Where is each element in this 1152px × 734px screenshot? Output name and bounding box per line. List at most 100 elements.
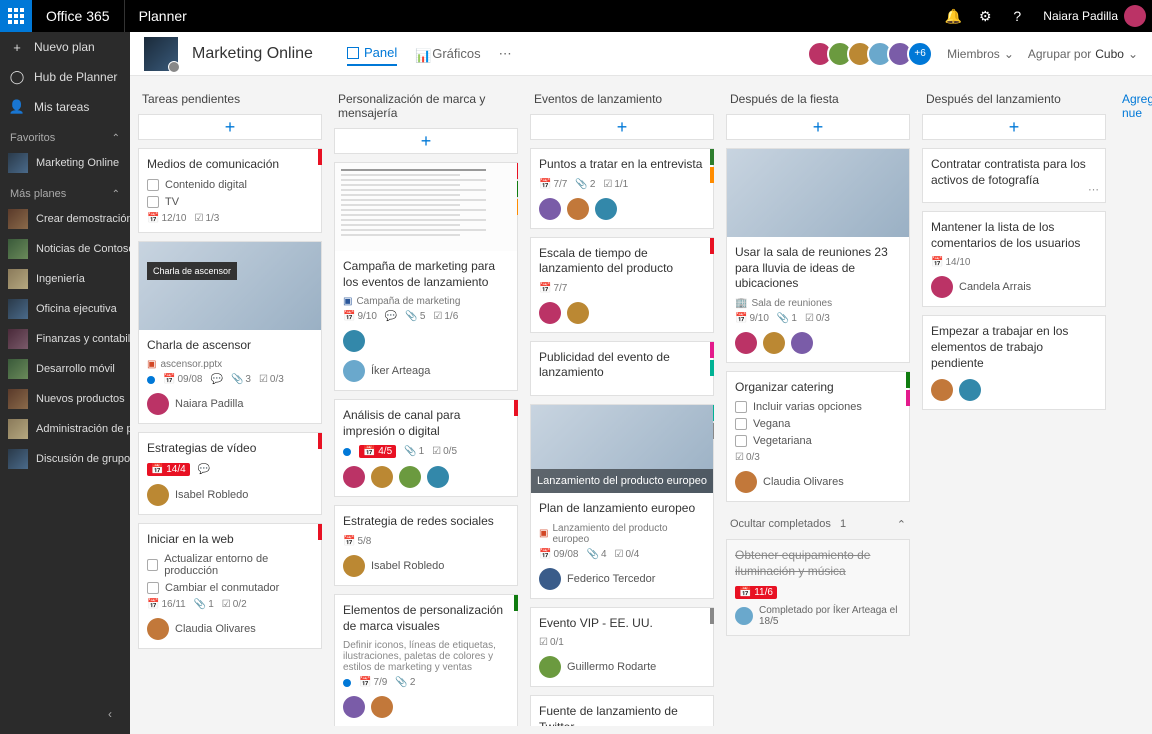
chevron-up-icon: ⌃	[897, 518, 906, 531]
task-card[interactable]: Mantener la lista de los comentarios de …	[922, 211, 1106, 307]
category-label	[710, 608, 714, 624]
sidebar-plan[interactable]: Discusión de grupo	[0, 444, 130, 474]
settings-icon[interactable]: ⚙	[969, 0, 1001, 32]
tab-board[interactable]: Panel	[347, 41, 397, 66]
task-card[interactable]: Fuente de lanzamiento de Twitter📅 31/3Is…	[530, 695, 714, 726]
comments-icon: 💬	[385, 311, 397, 322]
checklist-item[interactable]: TV	[147, 196, 313, 208]
category-label	[710, 238, 714, 254]
task-card[interactable]: Estrategia de redes sociales📅5/8Isabel R…	[334, 505, 518, 586]
sidebar-plan[interactable]: Desarrollo móvil	[0, 354, 130, 384]
sidebar-plan[interactable]: Finanzas y contabilidad	[0, 324, 130, 354]
task-card[interactable]: Charla de ascensorCharla de ascensor▣ as…	[138, 241, 322, 425]
sidebar-plan[interactable]: Marketing Online	[0, 148, 130, 178]
tab-charts[interactable]: 📊 Gráficos	[415, 41, 480, 66]
task-card[interactable]: Obtener equipamiento de iluminación y mú…	[726, 539, 910, 635]
task-card[interactable]: Estrategias de vídeo📅 14/4💬Isabel Robled…	[138, 432, 322, 515]
add-bucket[interactable]: Agregar nue	[1118, 84, 1152, 726]
task-card[interactable]: Lanzamiento del producto europeoPlan de …	[530, 404, 714, 599]
checklist-item[interactable]: Vegana	[735, 418, 901, 430]
card-title: Fuente de lanzamiento de Twitter	[539, 704, 705, 726]
add-task-button[interactable]: +	[922, 114, 1106, 140]
groupby-dropdown[interactable]: Agrupar por Cubo ⌄	[1028, 47, 1138, 61]
task-card[interactable]: Escala de tiempo de lanzamiento del prod…	[530, 237, 714, 333]
plan-thumb	[8, 269, 28, 289]
plan-more-menu[interactable]: ⋯	[499, 41, 512, 66]
card-attachment: ▣ Campaña de marketing	[343, 296, 509, 307]
hide-completed-toggle[interactable]: Ocultar completados 1⌃	[726, 510, 910, 539]
sidebar-plan[interactable]: Administración de pro...	[0, 414, 130, 444]
app-launcher[interactable]	[0, 0, 32, 32]
assignee: Candela Arrais	[931, 276, 1097, 298]
bucket-column: Después del lanzamiento+ Contratar contra…	[922, 84, 1106, 726]
card-title: Estrategia de redes sociales	[343, 514, 509, 530]
task-card[interactable]: Evento VIP - EE. UU.☑0/1Guillermo Rodart…	[530, 607, 714, 688]
card-menu-icon[interactable]: ⋯	[1088, 183, 1099, 196]
members-dropdown[interactable]: Miembros ⌄	[947, 47, 1014, 61]
checklist-item[interactable]: Incluir varias opciones	[735, 401, 901, 413]
sidebar-hub[interactable]: ◯ Hub de Planner	[0, 62, 130, 92]
add-task-button[interactable]: +	[726, 114, 910, 140]
bucket-title[interactable]: Tareas pendientes	[138, 84, 322, 114]
plan-name: Administración de pro...	[36, 423, 130, 435]
task-card[interactable]: Medios de comunicaciónContenido digitalT…	[138, 148, 322, 233]
assignee-avatar	[539, 198, 561, 220]
user-menu[interactable]: Naiara Padilla	[1033, 5, 1152, 27]
sidebar-moreplans-header[interactable]: Más planes ⌃	[0, 178, 130, 204]
checklist-item[interactable]: Cambiar el conmutador	[147, 582, 313, 594]
sidebar-favorites-header[interactable]: Favoritos ⌃	[0, 122, 130, 148]
checkbox-icon	[735, 435, 747, 447]
bucket-title[interactable]: Personalización de marca y mensajería	[334, 84, 518, 128]
bucket-title[interactable]: Después de la fiesta	[726, 84, 910, 114]
sidebar-plan[interactable]: Oficina ejecutiva	[0, 294, 130, 324]
sidebar-plan[interactable]: Crear demostración	[0, 204, 130, 234]
task-card[interactable]: Campaña de marketing para los eventos de…	[334, 162, 518, 391]
plan-thumb	[8, 239, 28, 259]
add-task-button[interactable]: +	[334, 128, 518, 154]
sidebar-plan[interactable]: Ingeniería	[0, 264, 130, 294]
task-card[interactable]: Elementos de personalización de marca vi…	[334, 594, 518, 726]
plan-thumb	[8, 299, 28, 319]
checklist-item[interactable]: Vegetariana	[735, 435, 901, 447]
notifications-icon[interactable]: 🔔	[937, 0, 969, 32]
comments-icon: 💬	[198, 464, 210, 475]
help-icon[interactable]: ?	[1001, 0, 1033, 32]
checklist-item[interactable]: Actualizar entorno de producción	[147, 553, 313, 577]
card-title: Evento VIP - EE. UU.	[539, 616, 705, 632]
card-description: Definir iconos, líneas de etiquetas, ilu…	[343, 640, 509, 673]
assignee-avatar	[791, 332, 813, 354]
checklist-progress: ☑0/3	[259, 374, 284, 385]
assignee-row	[539, 302, 705, 324]
sidebar-plan[interactable]: Nuevos productos	[0, 384, 130, 414]
task-card[interactable]: Análisis de canal para impresión o digit…	[334, 399, 518, 497]
sidebar-new-plan[interactable]: + Nuevo plan	[0, 32, 130, 62]
bucket-column: Tareas pendientes+ Medios de comunicación…	[138, 84, 322, 726]
task-card[interactable]: Organizar cateringIncluir varias opcione…	[726, 371, 910, 503]
member-avatars[interactable]: +6	[813, 41, 933, 67]
assignee-avatar	[371, 696, 393, 718]
task-card[interactable]: Empezar a trabajar en los elementos de t…	[922, 315, 1106, 410]
add-task-button[interactable]: +	[138, 114, 322, 140]
card-title: Mantener la lista de los comentarios de …	[931, 220, 1097, 251]
plan-thumb	[8, 419, 28, 439]
more-members[interactable]: +6	[907, 41, 933, 67]
task-card[interactable]: Usar la sala de reuniones 23 para lluvia…	[726, 148, 910, 363]
checklist-item[interactable]: Contenido digital	[147, 179, 313, 191]
task-card[interactable]: Puntos a tratar en la entrevista📅7/7📎2☑1…	[530, 148, 714, 229]
plan-name: Finanzas y contabilidad	[36, 333, 130, 345]
assignee-row	[539, 198, 705, 220]
sidebar-my-tasks[interactable]: 👤 Mis tareas	[0, 92, 130, 122]
plan-thumb	[8, 449, 28, 469]
bucket-title[interactable]: Después del lanzamiento	[922, 84, 1106, 114]
task-card[interactable]: Iniciar en la webActualizar entorno de p…	[138, 523, 322, 650]
plan-thumb	[8, 329, 28, 349]
sidebar-plan[interactable]: Noticias de Contoso	[0, 234, 130, 264]
assignee-avatar	[343, 555, 365, 577]
card-preview: Charla de ascensor	[139, 242, 321, 330]
sidebar-collapse[interactable]: ‹	[100, 704, 120, 724]
assignee-row	[931, 379, 1097, 401]
bucket-title[interactable]: Eventos de lanzamiento	[530, 84, 714, 114]
task-card[interactable]: Contratar contratista para los activos d…	[922, 148, 1106, 203]
add-task-button[interactable]: +	[530, 114, 714, 140]
task-card[interactable]: Publicidad del evento de lanzamiento	[530, 341, 714, 396]
